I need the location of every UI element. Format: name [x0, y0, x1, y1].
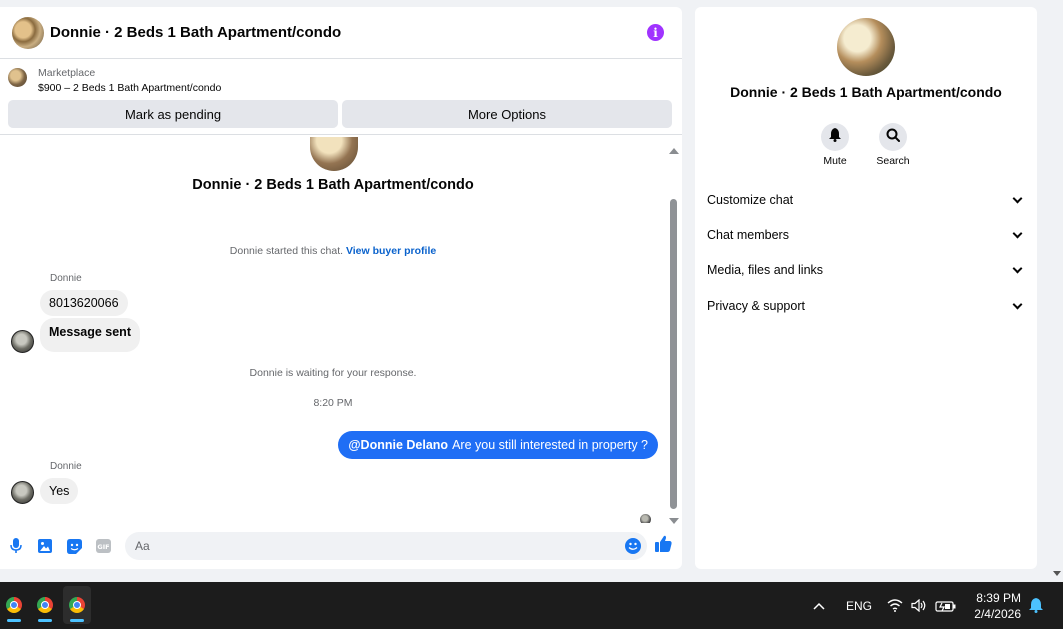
sticker-icon[interactable]: [66, 538, 82, 554]
thumbs-up-icon[interactable]: [655, 535, 672, 557]
info-title: Donnie · 2 Beds 1 Bath Apartment/condo: [730, 84, 1002, 100]
chat-header: Donnie · 2 Beds 1 Bath Apartment/condo i: [0, 7, 682, 59]
chrome-icon: [37, 597, 53, 613]
sender-avatar[interactable]: [11, 330, 34, 353]
chat-started-notice: Donnie started this chat. View buyer pro…: [0, 245, 666, 257]
language-indicator[interactable]: ENG: [846, 582, 872, 629]
message-bubble[interactable]: 8013620066: [40, 290, 128, 316]
seen-indicator-avatar: [640, 514, 651, 523]
svg-text:GIF: GIF: [97, 543, 109, 551]
system-clock[interactable]: 8:39 PM 2/4/2026: [974, 590, 1021, 622]
chrome-icon: [6, 597, 22, 613]
section-media-files-links[interactable]: Media, files and links: [707, 259, 1025, 281]
message-bubble[interactable]: Message sent: [40, 318, 140, 352]
listing-price-title: $900 – 2 Beds 1 Bath Apartment/condo: [38, 82, 222, 94]
conversation-avatar: [310, 137, 358, 171]
message-input[interactable]: Aa: [125, 532, 647, 560]
taskbar-chrome-2[interactable]: [31, 586, 59, 624]
network-icon[interactable]: [887, 582, 903, 629]
chat-avatar[interactable]: [12, 16, 44, 49]
message-list: Donnie · 2 Beds 1 Bath Apartment/condo D…: [0, 137, 682, 523]
scroll-down-arrow[interactable]: [669, 518, 679, 524]
section-privacy-support[interactable]: Privacy & support: [707, 295, 1025, 317]
message-bubble[interactable]: Yes: [40, 478, 79, 504]
message-input-placeholder: Aa: [135, 539, 150, 553]
photo-icon[interactable]: [37, 538, 53, 554]
volume-icon[interactable]: [911, 582, 926, 629]
chevron-up-icon: [813, 602, 825, 610]
mute-label: Mute: [823, 155, 847, 167]
running-indicator: [7, 619, 21, 622]
composer-bar: GIF Aa: [0, 531, 682, 561]
clock-date: 2/4/2026: [974, 607, 1021, 621]
taskbar-chrome-1[interactable]: [0, 586, 28, 624]
sender-avatar[interactable]: [11, 481, 34, 504]
scroll-up-arrow[interactable]: [669, 148, 679, 154]
running-indicator: [70, 619, 84, 622]
gif-icon[interactable]: GIF: [95, 538, 111, 554]
waiting-notice: Donnie is waiting for your response.: [249, 367, 417, 379]
running-indicator: [38, 619, 52, 622]
search-button[interactable]: [879, 123, 907, 151]
show-hidden-icons[interactable]: [813, 582, 825, 629]
scrollbar-thumb[interactable]: [670, 199, 677, 509]
mention[interactable]: @Donnie Delano: [348, 438, 448, 452]
message-timestamp: 8:20 PM: [313, 397, 353, 409]
search-icon: [886, 128, 900, 147]
emoji-icon[interactable]: [625, 538, 641, 554]
listing-thumbnail: [8, 68, 27, 87]
mark-as-pending-button[interactable]: Mark as pending: [8, 100, 338, 128]
sender-name: Donnie: [50, 273, 82, 284]
chevron-down-icon: [1012, 263, 1023, 274]
clock-time: 8:39 PM: [976, 591, 1021, 605]
section-customize-chat[interactable]: Customize chat: [707, 189, 1025, 211]
info-avatar[interactable]: [837, 18, 895, 76]
conversation-info-panel: Donnie · 2 Beds 1 Bath Apartment/condo M…: [695, 7, 1037, 569]
sender-name: Donnie: [50, 461, 82, 472]
microphone-icon[interactable]: [8, 538, 24, 554]
chrome-icon: [69, 597, 85, 613]
outgoing-message-text: Are you still interested in property ?: [452, 438, 648, 452]
outgoing-message-bubble[interactable]: @Donnie Delano Are you still interested …: [338, 431, 658, 459]
info-icon[interactable]: i: [647, 24, 664, 41]
page-scroll-down-arrow[interactable]: [1053, 571, 1061, 576]
listing-actions: Mark as pending More Options: [0, 97, 682, 135]
taskbar-chrome-3[interactable]: [63, 586, 91, 624]
chevron-down-icon: [1012, 193, 1023, 204]
section-chat-members[interactable]: Chat members: [707, 224, 1025, 246]
chevron-down-icon: [1012, 299, 1023, 310]
mute-button[interactable]: [821, 123, 849, 151]
listing-summary[interactable]: Marketplace $900 – 2 Beds 1 Bath Apartme…: [0, 59, 682, 97]
chevron-down-icon: [1012, 228, 1023, 239]
notifications-icon[interactable]: [1029, 582, 1043, 629]
chat-started-text: Donnie started this chat.: [229, 245, 344, 257]
more-options-button[interactable]: More Options: [342, 100, 672, 128]
listing-category: Marketplace: [38, 67, 96, 79]
taskbar: ENG 8:39 PM 2/4/2026: [0, 582, 1063, 629]
battery-icon[interactable]: [935, 582, 957, 629]
chat-panel: Donnie · 2 Beds 1 Bath Apartment/condo i…: [0, 7, 682, 569]
bell-icon: [829, 127, 841, 147]
chat-title[interactable]: Donnie · 2 Beds 1 Bath Apartment/condo: [50, 24, 647, 41]
view-buyer-profile-link[interactable]: View buyer profile: [346, 245, 436, 257]
conversation-title: Donnie · 2 Beds 1 Bath Apartment/condo: [192, 177, 474, 193]
message-scrollbar[interactable]: [669, 144, 679, 524]
search-label: Search: [876, 155, 910, 167]
